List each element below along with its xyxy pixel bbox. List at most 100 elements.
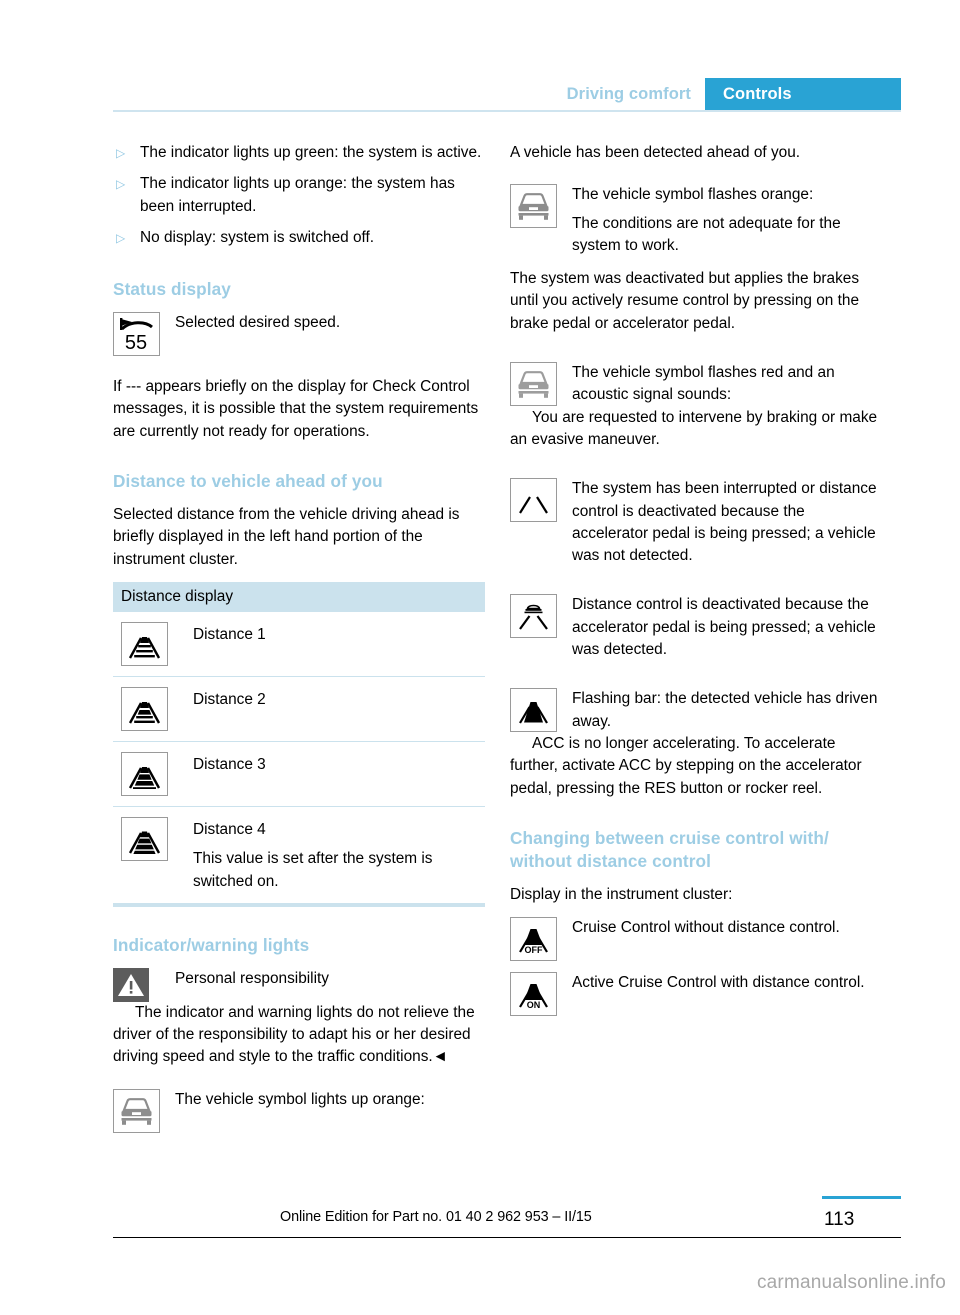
warning-body-span: The indicator and warning lights do not …	[113, 1003, 475, 1066]
right-column-intro: A vehicle has been detected ahead of you…	[510, 144, 801, 161]
icon-cell	[121, 816, 193, 861]
icon-cell	[510, 688, 566, 733]
block-title: The vehicle symbol flashes red and an ac…	[572, 364, 835, 404]
distance-section-heading: Distance to vehicle ahead of you	[113, 471, 383, 492]
vehicle-flash-orange-block: The vehicle symbol flashes orange: The c…	[510, 184, 882, 257]
bullet-marker-icon: ▷	[116, 177, 126, 192]
desired-speed-55-icon: 55	[113, 312, 160, 357]
vehicle-flash-red-body-span: You are requested to intervene by brakin…	[510, 408, 878, 448]
flashing-bar-body-span: ACC is no longer accelerating. To accele…	[510, 734, 862, 797]
block-title: The system has been interrupted or dista…	[572, 480, 877, 565]
lane-only-icon	[510, 478, 557, 523]
distance-2-icon	[121, 686, 168, 731]
flashing-bar-block: Flashing bar: the detected vehicle has d…	[510, 688, 882, 733]
vehicle-flash-orange-runon: The system was deactivated but applies t…	[510, 270, 860, 332]
cruise-control-on-icon: ON	[510, 972, 557, 1017]
cruise-control-off-text: Cruise Control without distance control.	[572, 919, 840, 937]
cruise-control-off-block: OFF Cruise Control without distance cont…	[510, 917, 882, 962]
icon-cell	[510, 594, 566, 639]
vehicle-orange-text: The vehicle symbol lights up orange:	[175, 1090, 425, 1108]
distance-section-paragraph: Selected distance from the vehicle drivi…	[113, 506, 460, 568]
header-chapter-label: Driving comfort	[566, 84, 691, 103]
watermark: carmanualsonline.info	[756, 1272, 946, 1293]
left-column: ▷ The indicator lights up green: the sys…	[113, 142, 485, 1133]
vehicle-front-flash-orange-icon	[510, 184, 557, 229]
lane-only-block: The system has been interrupted or dista…	[510, 478, 882, 567]
table-cell-label: Distance 2	[193, 690, 266, 708]
icon-cell: ON	[510, 972, 566, 1017]
block-text: The vehicle symbol flashes orange: The c…	[566, 184, 882, 257]
block-title: Flashing bar: the detected vehicle has d…	[572, 690, 878, 730]
status-display-heading: Status display	[113, 279, 231, 300]
cruise-control-on-label: ON	[527, 1000, 541, 1010]
warning-title: Personal responsibility	[175, 969, 329, 987]
header-divider	[113, 110, 901, 112]
table-row: Distance 1	[113, 612, 485, 677]
vehicle-flash-red-body: You are requested to intervene by brakin…	[510, 407, 882, 452]
bullet-marker-icon: ▷	[116, 146, 126, 160]
changing-section-heading: Changing between cruise control with/ wi…	[510, 827, 829, 871]
icon-cell: OFF	[510, 917, 566, 962]
table-row: Distance 3	[113, 742, 485, 807]
block-title: Distance control is deactivated because …	[572, 596, 876, 659]
icon-cell	[113, 1088, 169, 1133]
icon-cell	[121, 751, 193, 796]
distance-display-table: Distance display Distance 1 Distance 2 D…	[113, 581, 485, 907]
page-header: Driving comfort Controls	[113, 78, 901, 110]
bullet-text: The indicator lights up orange: the syst…	[140, 175, 455, 215]
bullet-list: ▷ The indicator lights up green: the sys…	[113, 142, 485, 249]
status-speed-block: 55 Selected desired speed.	[113, 312, 485, 357]
lane-with-vehicle-icon	[510, 594, 557, 639]
footer-edition-text: Online Edition for Part no. 01 40 2 962 …	[280, 1209, 592, 1225]
bullet-text: No display: system is switched off.	[140, 228, 375, 246]
lane-with-vehicle-block: Distance control is deactivated because …	[510, 594, 882, 661]
block-body: The conditions are not adequate for the …	[572, 214, 841, 254]
cruise-control-off-icon: OFF	[510, 917, 557, 962]
icon-cell: 55	[113, 312, 169, 357]
distance-1-icon	[121, 621, 168, 666]
vehicle-flash-red-block: The vehicle symbol flashes red and an ac…	[510, 362, 882, 407]
header-section-label: Controls	[705, 78, 901, 110]
list-item: ▷ The indicator lights up orange: the sy…	[113, 173, 485, 218]
icon-cell	[510, 362, 566, 407]
status-display-paragraph: If --- appears briefly on the display fo…	[113, 378, 479, 440]
cruise-control-off-label: OFF	[525, 945, 543, 955]
warning-body-text: The indicator and warning lights do not …	[113, 1002, 485, 1069]
table-cell-label: Distance 4 This value is set after the s…	[193, 817, 485, 893]
changing-section-paragraph: Display in the instrument cluster:	[510, 885, 733, 903]
distance-4-icon	[121, 816, 168, 861]
flashing-bar-icon	[510, 688, 557, 733]
icon-cell	[121, 621, 193, 666]
bullet-text: The indicator lights up green: the syste…	[140, 144, 482, 161]
flashing-bar-body: ACC is no longer accelerating. To accele…	[510, 733, 882, 800]
vehicle-orange-block: The vehicle symbol lights up orange:	[113, 1088, 485, 1133]
right-column: A vehicle has been detected ahead of you…	[510, 142, 882, 1017]
table-cell-note: This value is set after the system is sw…	[193, 850, 433, 890]
cruise-control-on-block: ON Active Cruise Control with distance c…	[510, 972, 882, 1017]
footer-divider	[113, 1237, 901, 1238]
table-row: Distance 2	[113, 677, 485, 742]
header-tabs: Driving comfort Controls	[567, 78, 901, 110]
manual-page: Driving comfort Controls ▷ The indicator…	[0, 0, 960, 1315]
desired-speed-value: 55	[125, 332, 147, 354]
cruise-control-on-text: Active Cruise Control with distance cont…	[572, 974, 865, 992]
personal-responsibility-block: Personal responsibility	[113, 967, 485, 1002]
status-speed-caption: Selected desired speed.	[175, 314, 341, 332]
table-header-cell: Distance display	[113, 581, 485, 612]
table-cell-label: Distance 1	[193, 625, 266, 643]
page-number-accent	[822, 1196, 901, 1199]
vehicle-front-flash-red-icon	[510, 362, 557, 407]
bullet-marker-icon: ▷	[116, 230, 126, 245]
warning-triangle-icon	[113, 967, 149, 1002]
page-number: 113	[824, 1209, 855, 1230]
icon-cell	[121, 686, 193, 731]
distance-3-icon	[121, 751, 168, 796]
vehicle-front-orange-icon	[113, 1088, 160, 1133]
indicator-section-heading: Indicator/warning lights	[113, 934, 310, 955]
icon-cell	[113, 967, 169, 1002]
icon-cell	[510, 184, 566, 229]
list-item: ▷ The indicator lights up green: the sys…	[113, 142, 485, 164]
table-cell-label: Distance 3	[193, 755, 266, 773]
table-cell-title: Distance 4	[193, 820, 266, 838]
table-row: Distance 4 This value is set after the s…	[113, 807, 485, 904]
